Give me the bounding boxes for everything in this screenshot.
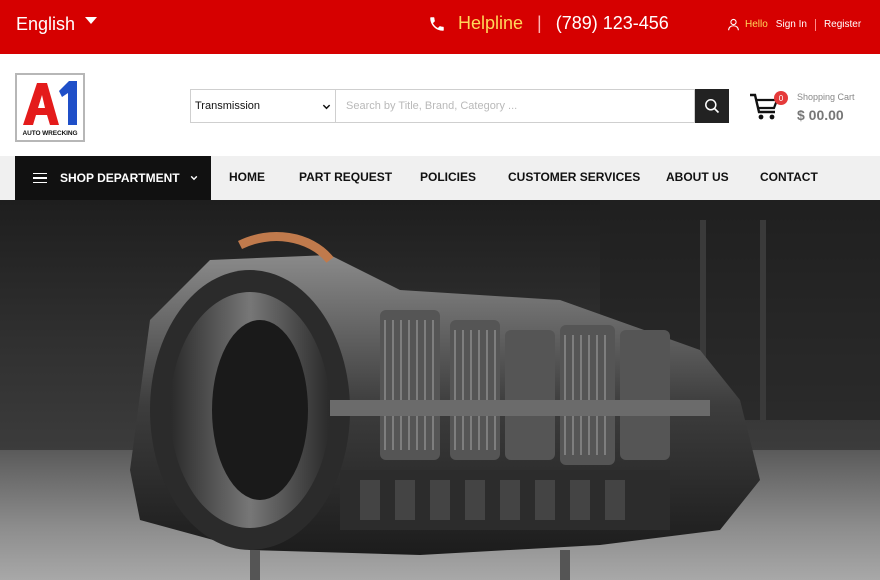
- nav-contact[interactable]: CONTACT: [760, 170, 818, 184]
- helpline: Helpline | (789) 123-456: [428, 13, 669, 34]
- helpline-label: Helpline: [458, 13, 524, 33]
- helpline-number[interactable]: (789) 123-456: [556, 13, 669, 34]
- sign-in-link[interactable]: Sign In: [776, 19, 807, 30]
- user-icon: [728, 18, 739, 31]
- helpline-separator: |: [537, 13, 542, 33]
- main-nav: SHOP DEPARTMENT HOME PART REQUEST POLICI…: [0, 156, 880, 200]
- transmission-image: [130, 200, 880, 580]
- search-icon: [705, 99, 720, 114]
- site-logo[interactable]: AUTO WRECKING: [15, 73, 85, 142]
- category-selected: Transmission: [195, 100, 260, 112]
- language-selector[interactable]: English: [16, 14, 98, 35]
- nav-customer-services[interactable]: CUSTOMER SERVICES: [508, 170, 640, 184]
- nav-home[interactable]: HOME: [229, 170, 265, 184]
- category-select[interactable]: Transmission: [190, 89, 335, 123]
- shopping-cart[interactable]: 0 Shopping Cart $ 00.00: [749, 90, 869, 126]
- top-bar: English Helpline | (789) 123-456 Hello S…: [0, 0, 880, 54]
- shop-department-button[interactable]: SHOP DEPARTMENT: [15, 156, 211, 200]
- account-links: Hello Sign In Register: [727, 18, 861, 31]
- hello-text: Hello: [745, 19, 768, 30]
- caret-down-icon: [85, 17, 98, 24]
- divider: [814, 18, 816, 31]
- search-bar: Transmission: [190, 89, 729, 123]
- chevron-down-icon: [322, 104, 331, 109]
- cart-count-badge: 0: [774, 91, 788, 105]
- nav-about-us[interactable]: ABOUT US: [666, 170, 729, 184]
- cart-total: $ 00.00: [797, 107, 844, 123]
- shop-department-label: SHOP DEPARTMENT: [60, 171, 180, 185]
- search-button[interactable]: [695, 89, 729, 123]
- logo-text: AUTO WRECKING: [22, 130, 78, 137]
- search-input[interactable]: [335, 89, 695, 123]
- menu-icon: [33, 172, 47, 184]
- cart-label: Shopping Cart: [797, 92, 855, 102]
- phone-icon: [430, 16, 444, 31]
- hero-banner: [0, 200, 880, 580]
- register-link[interactable]: Register: [824, 19, 861, 30]
- header: AUTO WRECKING Transmission 0 Shopping Ca…: [0, 54, 880, 156]
- nav-policies[interactable]: POLICIES: [420, 170, 476, 184]
- chevron-down-icon: [190, 175, 197, 181]
- language-label: English: [16, 14, 76, 34]
- nav-part-request[interactable]: PART REQUEST: [299, 170, 392, 184]
